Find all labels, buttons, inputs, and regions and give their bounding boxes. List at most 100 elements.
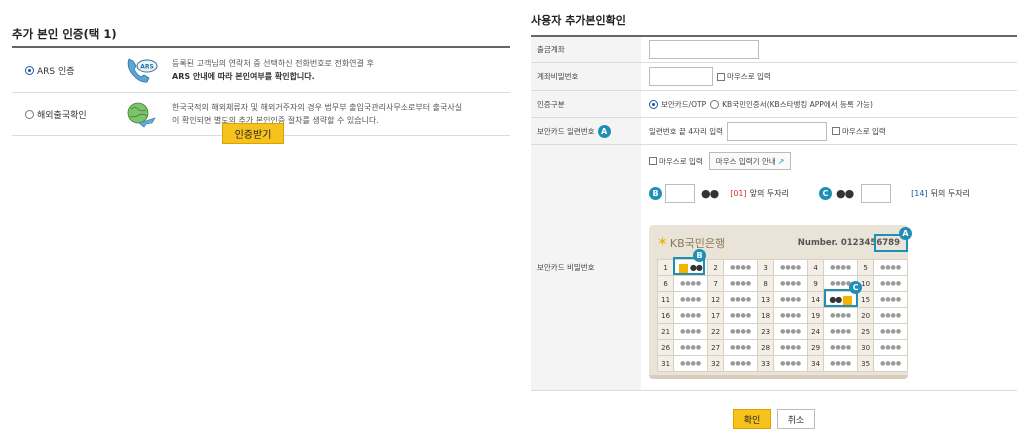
card-cell-number: 1 [656, 259, 675, 276]
radio-selected-icon[interactable] [25, 65, 34, 75]
card-cell-number: 13 [756, 291, 775, 308]
front-digits-input[interactable] [665, 183, 695, 203]
card-cell-number: 26 [656, 339, 675, 356]
card-password-label: 보안카드 비밀번호 [531, 145, 641, 390]
serial-label: 보안카드 일련번호 A [531, 118, 641, 144]
card-cell-number: 7 [706, 275, 725, 292]
card-cell-secret: ●●●● [873, 355, 908, 372]
verification-form: 출금계좌 계좌비밀번호 마우스로 입력 인증구분 보안카드/OTP KB국민인증… [531, 35, 1017, 391]
card-cell-number: 23 [756, 323, 775, 340]
account-password-input[interactable] [649, 67, 713, 86]
badge-c: C [818, 186, 832, 200]
radio-unselected-icon[interactable] [25, 109, 34, 119]
masked-dots: ●● [701, 186, 719, 200]
get-certified-button[interactable]: 인증받기 [222, 123, 284, 144]
card-cell-number: 21 [656, 323, 675, 340]
card-cell-number: 28 [756, 339, 775, 356]
cancel-button[interactable]: 취소 [777, 409, 815, 429]
checkbox-icon[interactable] [832, 127, 841, 135]
card-cell-secret: ●●●● [723, 339, 758, 356]
svg-text:ARS: ARS [140, 64, 154, 71]
card-cell-number: 19 [806, 307, 825, 324]
ars-description: 등록된 고객님의 연락처 중 선택하신 전화번호로 전화연결 후 ARS 안내에… [172, 59, 374, 81]
section-title: 추가 본인 인증(택 1) [12, 27, 117, 41]
card-cell-number: 20 [856, 307, 875, 324]
kb-certificate-radio[interactable]: KB국민인증서(KB스타뱅킹 APP에서 등록 가능) [710, 99, 873, 110]
radio-unselected-icon[interactable] [710, 99, 720, 109]
account-input[interactable] [649, 40, 759, 59]
radio-selected-icon[interactable] [649, 99, 658, 109]
form-actions: 확인 취소 [733, 409, 815, 429]
kb-star-icon: ✶ [657, 235, 668, 250]
card-cell-number: 29 [806, 339, 825, 356]
mouse-input-guide-button[interactable]: 마우스 입력기 안내 ↗ [708, 152, 792, 170]
card-cell-secret: ●●●● [723, 275, 758, 292]
card-cell-secret: ●●●● [723, 323, 758, 340]
option-ars-row: ARS 인증 ARS 등록된 고객님의 연락처 중 선택하신 전화번호로 전화연… [12, 48, 510, 93]
card-mouse-input-checkbox[interactable]: 마우스로 입력 [649, 156, 703, 167]
card-cell-number: 8 [756, 275, 775, 292]
card-cell-secret: ●●●● [773, 355, 808, 372]
card-cell-number: 6 [656, 275, 675, 292]
card-cell-secret: ●●●● [773, 275, 808, 292]
card-cell-number: 17 [706, 307, 725, 324]
card-grid-row: 21 ●●●● 22 ●●●● 23 ●●●● 24 ●●●● 25 ●●●● [656, 323, 908, 340]
card-cell-secret: ●●●● [673, 307, 708, 324]
card-cell-secret: ●●●● [673, 355, 708, 372]
overseas-radio[interactable]: 해외출국확인 [12, 108, 112, 121]
kb-logo: ✶ KB국민은행 [657, 235, 726, 250]
front-digits-label: 앞의 두자리 [749, 188, 789, 198]
card-grid-row: 6 ●●●● 7 ●●●● 8 ●●●● 9 ●●●● 10 ●●●● [656, 275, 908, 292]
security-card-otp-radio[interactable]: 보안카드/OTP [649, 99, 706, 110]
card-cell-secret: ●●●● [873, 307, 908, 324]
mouse-input-checkbox[interactable]: 마우스로 입력 [717, 71, 771, 82]
card-cell-number: 27 [706, 339, 725, 356]
confirm-button[interactable]: 확인 [733, 409, 771, 429]
card-cell-secret: ●●●● [723, 259, 758, 276]
checkbox-icon[interactable] [717, 72, 725, 81]
badge-b: B [649, 186, 662, 200]
back-digits-input[interactable] [861, 183, 892, 203]
card-cell-secret: ●●●● [773, 291, 808, 308]
external-link-icon: ↗ [777, 156, 785, 166]
card-cell-secret: ●●●● [873, 323, 908, 340]
password-label: 계좌비밀번호 [531, 63, 641, 90]
serial-hint: 일련번호 끝 4자리 입력 [649, 126, 724, 136]
account-label: 출금계좌 [531, 37, 641, 62]
card-cell-secret: ●●●● [773, 307, 808, 324]
card-cell-secret: ●●●● [673, 291, 708, 308]
ars-radio[interactable]: ARS 인증 [12, 64, 112, 77]
badge-a-marker: A [899, 227, 912, 240]
card-cell-number: 32 [706, 355, 725, 372]
serial-mouse-input-checkbox[interactable]: 마우스로 입력 [832, 126, 886, 137]
card-cell-secret: ●●●● [673, 339, 708, 356]
card-cell-secret: ●●●● [873, 339, 908, 356]
checkbox-icon[interactable] [649, 157, 657, 165]
card-cell-secret: ●●●● [873, 275, 908, 292]
badge-a: A [597, 124, 611, 138]
card-cell-secret: ●●●● [673, 275, 708, 292]
card-cell-secret: ●●●● [823, 307, 858, 324]
card-grid-row: 31 ●●●● 32 ●●●● 33 ●●●● 34 ●●●● 35 ●●●● [656, 355, 908, 372]
card-cell-secret: ●●●● [823, 259, 858, 276]
card-cell-number: 11 [656, 291, 675, 308]
auth-type-row: 인증구분 보안카드/OTP KB국민인증서(KB스타뱅킹 APP에서 등록 가능… [531, 91, 1017, 118]
card-cell-number: 18 [756, 307, 775, 324]
badge-b-marker: B [693, 249, 706, 262]
card-cell-secret: ●●●● [773, 259, 808, 276]
front-index: [01] [730, 188, 747, 198]
card-cell-secret: ●●●● [773, 339, 808, 356]
card-cell-number: 25 [856, 323, 875, 340]
card-cell-number: 33 [756, 355, 775, 372]
card-cell-number: 14 [806, 291, 825, 308]
phone-ars-icon: ARS [112, 55, 172, 85]
serial-input[interactable] [727, 121, 828, 141]
password-row: 계좌비밀번호 마우스로 입력 [531, 63, 1017, 91]
security-card-image: ✶ KB국민은행 Number. 0123456789 1 ●● 2 ●●●● 3 ●●… [649, 225, 912, 379]
overseas-label: 해외출국확인 [37, 110, 87, 121]
card-password-row: 보안카드 비밀번호 마우스로 입력 마우스 입력기 안내 ↗ B ●● [01]… [531, 145, 1017, 391]
back-index: [14] [911, 188, 928, 198]
card-cell-secret: ●●●● [823, 355, 858, 372]
card-cell-number: 2 [706, 259, 725, 276]
card-cell-number: 34 [806, 355, 825, 372]
